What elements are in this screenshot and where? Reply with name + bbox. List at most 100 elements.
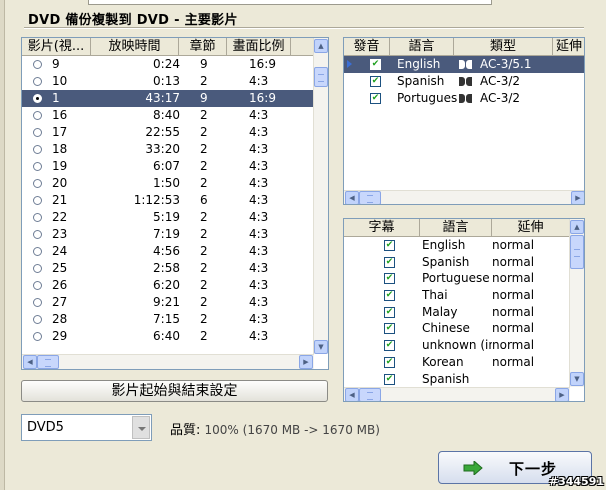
radio-button[interactable] [33,162,42,171]
table-row[interactable]: 25 2:58 2 4:3 [22,260,314,277]
cell-time: 0:13 [153,74,180,88]
radio-button[interactable] [33,332,42,341]
audio-column-header[interactable]: 發音 [344,38,390,56]
checkbox[interactable]: ✔ [384,306,395,318]
radio-button[interactable] [33,213,42,222]
radio-button[interactable] [33,77,42,86]
checkbox[interactable]: ✔ [384,323,395,335]
scroll-thumb[interactable] [570,235,584,269]
checkbox[interactable]: ✔ [370,76,381,87]
subtitle-row[interactable]: ✔ Spanish [344,371,570,388]
subtitles-column-header[interactable]: 語言 [420,219,492,237]
scroll-right-button[interactable]: ▶ [571,191,584,204]
subtitles-column-header[interactable]: 延伸 [492,219,570,237]
scroll-up-button[interactable]: ▲ [314,39,328,53]
cell-time: 0:24 [153,57,180,71]
radio-button[interactable] [33,128,42,137]
radio-button[interactable] [33,111,42,120]
subtitle-row[interactable]: ✔ Korean normal [344,354,570,371]
subtitle-row[interactable]: ✔ Malay normal [344,304,570,321]
table-row[interactable]: 27 9:21 2 4:3 [22,294,314,311]
table-row[interactable]: 29 6:40 2 4:3 [22,328,314,345]
subtitle-row[interactable]: ✔ Thai normal [344,287,570,304]
table-row[interactable]: 24 4:56 2 4:3 [22,243,314,260]
radio-button[interactable] [33,145,42,154]
cell-language: Spanish [422,254,470,269]
scroll-right-button[interactable]: ▶ [555,388,569,401]
scroll-right-button[interactable]: ▶ [299,355,313,369]
audio-column-header[interactable]: 類型 [454,38,553,56]
checkbox[interactable]: ✔ [384,356,395,368]
radio-button[interactable] [33,179,42,188]
radio-button[interactable] [33,264,42,273]
radio-button[interactable] [33,230,42,239]
table-row[interactable]: 28 7:15 2 4:3 [22,311,314,328]
radio-button[interactable] [33,281,42,290]
checkbox[interactable]: ✔ [384,340,395,352]
titles-list[interactable]: 影片(視... 放映時間 章節 畫面比例 9 0:24 9 16:9 10 0:13 2 4:3 1 4… [21,37,329,370]
checkbox[interactable]: ✔ [384,373,395,385]
table-row[interactable]: 26 6:20 2 4:3 [22,277,314,294]
checkbox[interactable]: ✔ [370,59,381,70]
subtitle-row[interactable]: ✔ Spanish normal [344,254,570,271]
table-row[interactable]: 1 43:17 9 16:9 [22,90,314,107]
scroll-thumb[interactable] [359,191,381,204]
checkbox[interactable]: ✔ [384,273,395,285]
table-row[interactable]: 18 33:20 2 4:3 [22,141,314,158]
subtitle-row[interactable]: ✔ English normal [344,237,570,254]
subtitle-row[interactable]: ✔ unknown (in normal [344,337,570,354]
scroll-left-button[interactable]: ◀ [345,388,359,401]
titles-horizontal-scrollbar[interactable]: ◀ ▶ [22,354,314,369]
radio-button[interactable] [33,247,42,256]
audio-column-header[interactable]: 延伸 [553,38,584,56]
radio-button[interactable] [33,196,42,205]
titles-column-header[interactable]: 畫面比例 [227,38,291,56]
table-row[interactable]: 9 0:24 9 16:9 [22,56,314,73]
subtitles-vertical-scrollbar[interactable]: ▲ ▼ [569,219,584,387]
radio-button[interactable] [33,315,42,324]
audio-column-header[interactable]: 語言 [390,38,454,56]
titles-vertical-scrollbar[interactable]: ▲ ▼ [313,38,328,354]
scroll-up-button[interactable]: ▲ [570,220,584,234]
subtitle-row[interactable]: ✔ Chinese normal [344,320,570,337]
scroll-left-button[interactable]: ◀ [345,191,359,204]
checkbox[interactable]: ✔ [370,93,381,104]
table-row[interactable]: 20 1:50 2 4:3 [22,175,314,192]
audio-tracks-list[interactable]: 發音 語言 類型 延伸 ✔ English AC-3/5.1 ✔ Spanish AC-3/2 ✔… [343,37,585,205]
subtitles-horizontal-scrollbar[interactable]: ◀ ▶ [344,387,570,401]
scroll-down-button[interactable]: ▼ [314,340,328,354]
audio-track-row[interactable]: ✔ Spanish AC-3/2 [344,73,584,90]
table-row[interactable]: 19 6:07 2 4:3 [22,158,314,175]
checkbox[interactable]: ✔ [384,256,395,268]
checkbox[interactable]: ✔ [384,240,395,251]
titles-column-header[interactable]: 影片(視... [22,38,91,56]
cell-aspect: 4:3 [249,312,269,326]
audio-horizontal-scrollbar[interactable]: ◀ ▶ [344,190,584,204]
disc-type-select[interactable]: DVD5 [21,414,152,441]
subtitles-list[interactable]: 字幕 語言 延伸 ✔ English normal ✔ Spanish normal ✔ Port… [343,218,585,402]
table-row[interactable]: 22 5:19 2 4:3 [22,209,314,226]
table-row[interactable]: 16 8:40 2 4:3 [22,107,314,124]
radio-button[interactable] [33,60,42,69]
audio-track-row[interactable]: ✔ Portugues AC-3/2 [344,90,584,107]
subtitle-row[interactable]: ✔ Portuguese normal [344,270,570,287]
audio-track-row[interactable]: ✔ English AC-3/5.1 [344,56,584,73]
table-row[interactable]: 21 1:12:53 6 4:3 [22,192,314,209]
titles-column-header[interactable]: 放映時間 [91,38,179,56]
radio-button[interactable] [33,94,42,103]
titles-column-header[interactable]: 章節 [179,38,227,56]
table-row[interactable]: 23 7:19 2 4:3 [22,226,314,243]
chevron-down-icon[interactable] [132,416,150,439]
scroll-thumb[interactable] [314,67,328,87]
scroll-left-button[interactable]: ◀ [23,355,37,369]
start-end-settings-button[interactable]: 影片起始與結束設定 [21,380,328,402]
radio-button[interactable] [33,298,42,307]
checkbox[interactable]: ✔ [384,290,395,302]
scroll-down-button[interactable]: ▼ [570,372,584,386]
subtitles-column-header[interactable]: 字幕 [344,219,420,237]
scroll-thumb[interactable] [359,388,381,401]
table-row[interactable]: 17 22:55 2 4:3 [22,124,314,141]
table-row[interactable]: 10 0:13 2 4:3 [22,73,314,90]
cell-extension: normal [492,321,535,336]
scroll-thumb[interactable] [37,355,59,369]
